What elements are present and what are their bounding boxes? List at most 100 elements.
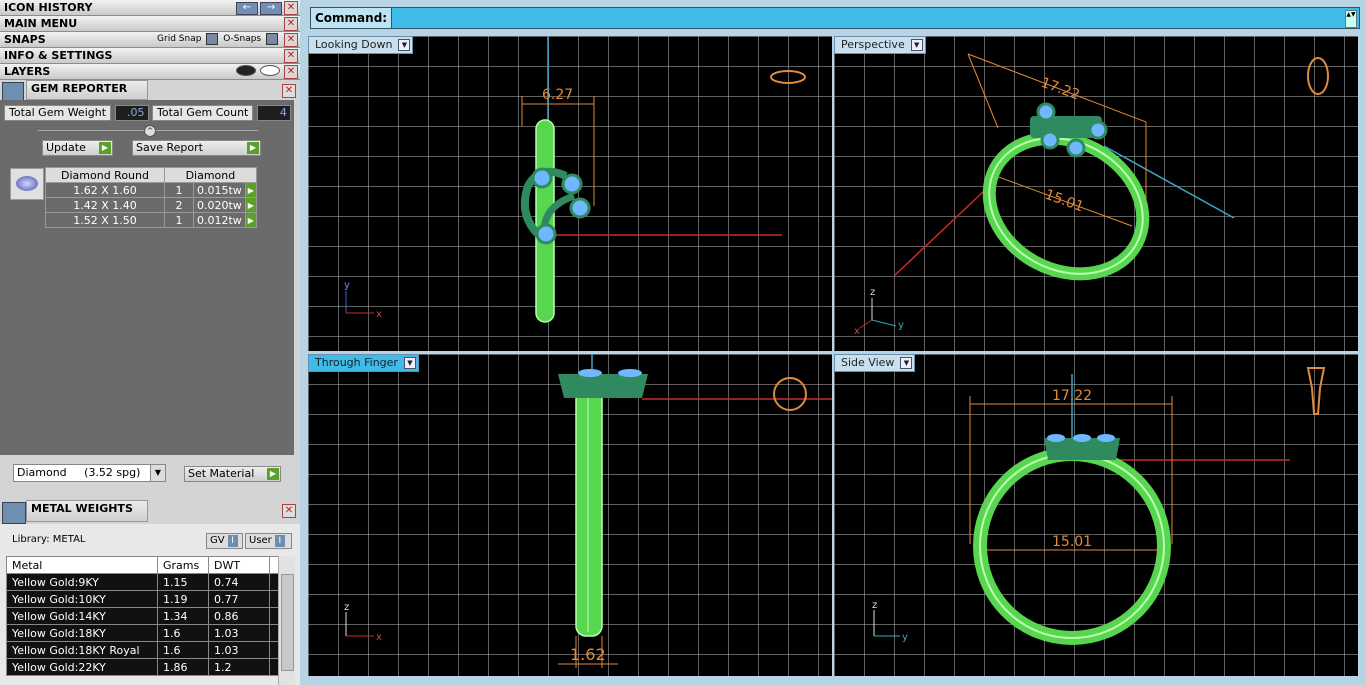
close-icon[interactable]: ✕ xyxy=(284,65,298,79)
col-dwt: DWT xyxy=(208,556,270,574)
save-report-button[interactable]: Save Report ▶ xyxy=(132,140,261,156)
main-menu-label: MAIN MENU xyxy=(4,17,78,30)
update-button[interactable]: Update ▶ xyxy=(42,140,113,156)
viewport-drawing: 6.27 y x xyxy=(344,36,806,323)
close-icon[interactable]: ✕ xyxy=(284,33,298,47)
command-label: Command: xyxy=(311,8,393,28)
gem-reporter-panel: Total Gem Weight .05 Total Gem Count 4 ^… xyxy=(0,100,294,482)
viewport-title: Perspective xyxy=(841,38,905,51)
metal-name: Yellow Gold:9KY xyxy=(6,573,158,591)
viewport-label-perspective[interactable]: Perspective ▼ xyxy=(834,36,926,54)
metal-table: Metal Grams DWT Yellow Gold:9KY 1.15 0.74 … xyxy=(6,556,281,676)
axis-z-label: z xyxy=(870,287,875,298)
play-icon[interactable]: ▶ xyxy=(244,212,257,228)
metal-dwt: 1.2 xyxy=(208,658,270,676)
dimension-label-a: 17.22 xyxy=(1052,388,1092,404)
viewport-through-finger[interactable]: 1.62 z x Through Finger ▼ xyxy=(308,354,832,676)
chevron-down-icon[interactable]: ▼ xyxy=(398,39,411,51)
metal-grams: 1.86 xyxy=(157,658,209,676)
close-icon[interactable]: ✕ xyxy=(284,17,298,31)
axis-y-label: y xyxy=(344,280,350,291)
chevron-down-icon[interactable]: ▼ xyxy=(910,39,923,51)
back-arrow-icon[interactable]: ← xyxy=(236,2,258,15)
set-material-button[interactable]: Set Material ▶ xyxy=(184,466,281,482)
table-row[interactable]: Yellow Gold:18KY Royal 1.6 1.03 xyxy=(6,641,281,659)
table-row[interactable]: Yellow Gold:9KY 1.15 0.74 xyxy=(6,573,281,591)
close-icon[interactable]: ✕ xyxy=(284,49,298,63)
gem-count: 2 xyxy=(164,197,194,213)
table-row[interactable]: 1.62 X 1.60 1 0.015tw ▶ xyxy=(45,182,257,198)
metal-weights-header: METAL WEIGHTS ✕ xyxy=(0,500,300,524)
user-label: User xyxy=(249,535,272,546)
layers-header[interactable]: LAYERS ✕ xyxy=(0,64,300,80)
layer-lock-icon[interactable] xyxy=(236,65,256,76)
o-snaps-label: O-Snaps xyxy=(223,34,262,44)
snaps-header[interactable]: SNAPS Grid Snap O-Snaps ✕ xyxy=(0,32,300,48)
play-icon: ▶ xyxy=(99,142,111,154)
collapse-icon[interactable]: ^ xyxy=(144,125,156,137)
chevron-down-icon[interactable]: ▼ xyxy=(403,357,416,369)
gem-table-header: Diamond Round Diamond xyxy=(45,167,257,183)
view-gizmo-icon xyxy=(773,377,807,411)
info-icon: I xyxy=(227,535,238,547)
play-icon[interactable]: ▶ xyxy=(244,197,257,213)
dimension-extension xyxy=(967,53,999,129)
o-snaps-toggle[interactable] xyxy=(266,32,278,45)
user-toggle[interactable]: User I xyxy=(245,533,292,549)
close-icon[interactable]: ✕ xyxy=(282,84,296,98)
gv-toggle[interactable]: GV I xyxy=(206,533,243,549)
ring-setting xyxy=(558,374,648,398)
table-row[interactable]: 1.42 X 1.40 2 0.020tw ▶ xyxy=(45,197,257,213)
scrollbar-thumb[interactable] xyxy=(281,574,294,671)
viewport-side-view[interactable]: 17.22 15.01 z y Side View ▼ xyxy=(834,354,1358,676)
viewport-label-through-finger[interactable]: Through Finger ▼ xyxy=(308,354,419,372)
col-material: Diamond xyxy=(164,167,257,183)
close-icon[interactable]: ✕ xyxy=(284,1,298,15)
table-row[interactable]: Yellow Gold:14KY 1.34 0.86 xyxy=(6,607,281,625)
update-label: Update xyxy=(46,141,86,154)
viewport-label-looking-down[interactable]: Looking Down ▼ xyxy=(308,36,414,54)
set-material-label: Set Material xyxy=(188,467,255,480)
main-menu-header[interactable]: MAIN MENU ✕ xyxy=(0,16,300,32)
play-icon[interactable]: ▶ xyxy=(244,182,257,198)
table-row[interactable]: Yellow Gold:10KY 1.19 0.77 xyxy=(6,590,281,608)
axis-x-label: x xyxy=(376,309,382,320)
viewport-label-side-view[interactable]: Side View ▼ xyxy=(834,354,916,372)
command-scroll[interactable]: ▲▼ xyxy=(1345,10,1357,28)
metal-grams: 1.6 xyxy=(157,624,209,642)
metal-table-scrollbar[interactable] xyxy=(278,556,295,685)
viewport-looking-down[interactable]: 6.27 y x Looking Down ▼ xyxy=(308,36,832,351)
metal-name: Yellow Gold:18KY Royal xyxy=(6,641,158,659)
info-settings-header[interactable]: INFO & SETTINGS ✕ xyxy=(0,48,300,64)
gem xyxy=(578,369,602,377)
snap-options: Grid Snap O-Snaps xyxy=(157,32,280,47)
col-metal: Metal xyxy=(6,556,158,574)
close-icon[interactable]: ✕ xyxy=(282,504,296,518)
metal-name: Yellow Gold:18KY xyxy=(6,624,158,642)
eye-icon[interactable] xyxy=(260,65,280,76)
total-gem-weight-label: Total Gem Weight xyxy=(4,105,112,121)
table-row[interactable]: 1.52 X 1.50 1 0.012tw ▶ xyxy=(45,212,257,228)
left-sidebar: ICON HISTORY ← → ✕ MAIN MENU ✕ SNAPS Grid… xyxy=(0,0,300,685)
gem-reporter-title: GEM REPORTER xyxy=(26,80,148,100)
viewport-title: Through Finger xyxy=(315,356,398,369)
material-select[interactable]: Diamond (3.52 spg) ▼ xyxy=(13,464,166,482)
info-settings-label: INFO & SETTINGS xyxy=(4,49,113,62)
gem xyxy=(1088,120,1108,140)
chevron-down-icon[interactable]: ▼ xyxy=(150,465,165,481)
icon-history-label: ICON HISTORY xyxy=(4,1,93,14)
layers-label: LAYERS xyxy=(4,65,51,78)
command-bar[interactable]: Command: ▲▼ xyxy=(310,7,1360,29)
icon-history-header[interactable]: ICON HISTORY ← → ✕ xyxy=(0,0,300,16)
table-row[interactable]: Yellow Gold:18KY 1.6 1.03 xyxy=(6,624,281,642)
view-gizmo-icon xyxy=(770,70,806,84)
total-gem-count-value: 4 xyxy=(256,105,291,121)
chevron-down-icon[interactable]: ▼ xyxy=(900,357,913,369)
axis-x-label: x xyxy=(854,326,860,337)
save-report-label: Save Report xyxy=(136,141,203,154)
forward-arrow-icon[interactable]: → xyxy=(260,2,282,15)
table-row[interactable]: Yellow Gold:22KY 1.86 1.2 xyxy=(6,658,281,676)
grid-snap-toggle[interactable] xyxy=(206,32,219,45)
viewport-perspective[interactable]: 17.22 15.01 z y x Perspective ▼ xyxy=(834,36,1358,351)
grid-snap-label: Grid Snap xyxy=(157,34,202,44)
